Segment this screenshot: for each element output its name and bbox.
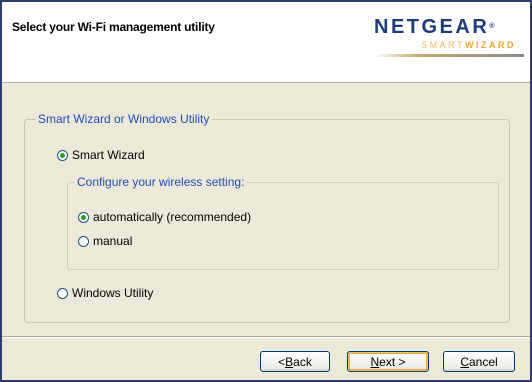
wizard-window: Select your Wi-Fi management utility NET…: [0, 0, 532, 382]
smart-wizard-option[interactable]: Smart Wizard: [57, 148, 145, 162]
radio-dot-icon: [60, 152, 65, 158]
netgear-logo: NETGEAR® SMARTWIZARD: [374, 16, 524, 57]
windows-utility-label: Windows Utility: [72, 286, 154, 300]
manual-option[interactable]: manual: [78, 234, 132, 248]
radio-selected-icon[interactable]: [78, 211, 89, 223]
page-title: Select your Wi-Fi management utility: [12, 20, 215, 34]
radio-unselected-icon[interactable]: [57, 287, 68, 299]
cancel-button[interactable]: Cancel: [443, 351, 515, 372]
back-button[interactable]: < Back: [260, 351, 330, 372]
automatic-option[interactable]: automatically (recommended): [78, 210, 251, 224]
utility-group: Smart Wizard or Windows Utility Smart Wi…: [24, 112, 510, 323]
windows-utility-option[interactable]: Windows Utility: [57, 286, 153, 300]
logo-wordmark: NETGEAR: [374, 16, 490, 38]
registered-mark: ®: [489, 23, 495, 30]
radio-selected-icon[interactable]: [57, 149, 68, 161]
wizard-header: Select your Wi-Fi management utility NET…: [2, 2, 530, 83]
radio-unselected-icon[interactable]: [78, 235, 89, 247]
radio-dot-icon: [81, 214, 86, 220]
manual-label: manual: [93, 234, 133, 248]
footer-separator: [2, 336, 530, 338]
wireless-setting-group: Configure your wireless setting: automat…: [67, 175, 499, 270]
smart-wizard-label: Smart Wizard: [72, 148, 145, 162]
utility-group-legend: Smart Wizard or Windows Utility: [35, 112, 213, 126]
wireless-setting-legend: Configure your wireless setting:: [74, 175, 248, 189]
logo-underline: [374, 54, 524, 57]
logo-sub-wizard: WIZARD: [465, 40, 516, 50]
next-button[interactable]: Next >: [347, 351, 429, 372]
logo-sub-smart: SMART: [421, 40, 465, 50]
automatic-label: automatically (recommended): [93, 210, 252, 224]
